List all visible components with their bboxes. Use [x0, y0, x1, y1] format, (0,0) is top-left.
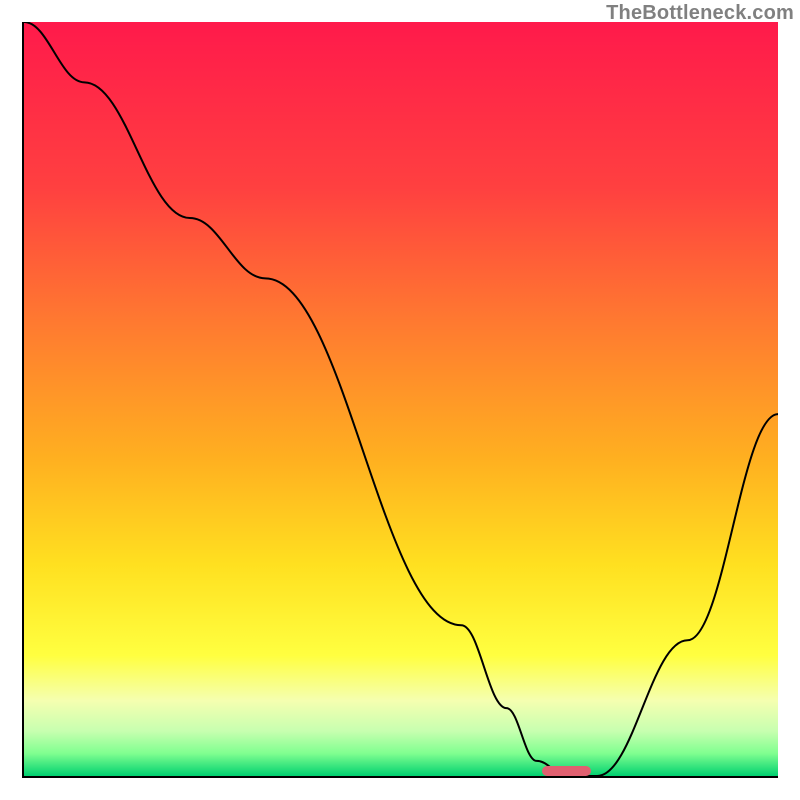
bottleneck-curve	[24, 22, 778, 776]
plot-area	[22, 22, 778, 778]
chart-container: TheBottleneck.com	[0, 0, 800, 800]
optimal-range-marker	[542, 766, 591, 776]
